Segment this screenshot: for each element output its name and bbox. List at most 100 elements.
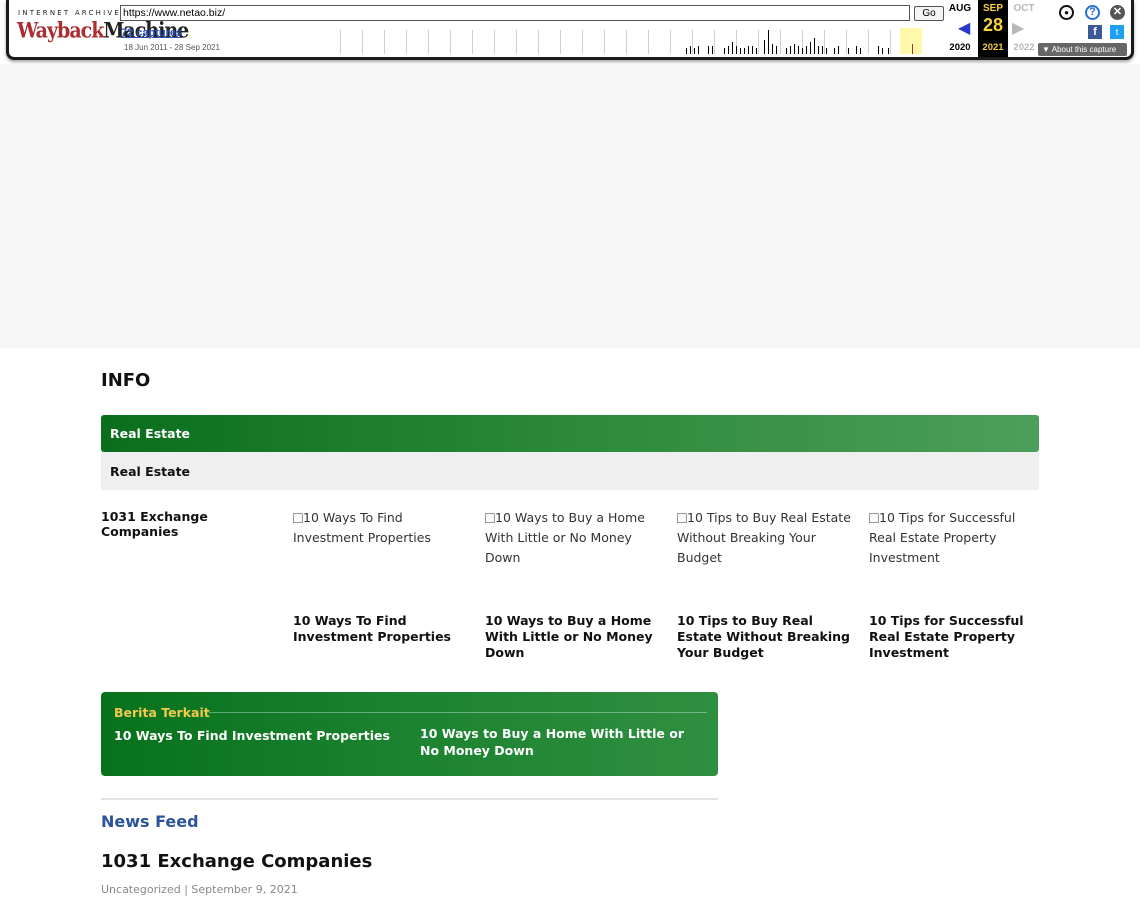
sparkline-capture-bar bbox=[740, 48, 741, 54]
post-card: 10 Tips for Successful Real Estate Prope… bbox=[869, 508, 1039, 660]
broken-image-icon bbox=[485, 513, 495, 523]
post-title-link[interactable]: 10 Tips to Buy Real Estate Without Break… bbox=[677, 613, 852, 661]
sparkline-capture-bar bbox=[744, 48, 745, 54]
sparkline-capture-bar bbox=[798, 46, 799, 54]
help-icon[interactable]: ? bbox=[1085, 5, 1100, 20]
sparkline-year-separator bbox=[648, 30, 649, 54]
captures-link[interactable]: 72 captures bbox=[121, 27, 182, 39]
current-year: 2021 bbox=[982, 42, 1004, 53]
sparkline-capture-bar bbox=[768, 30, 769, 54]
sparkline-capture-bar bbox=[724, 48, 725, 54]
sparkline-capture-bar bbox=[790, 46, 791, 54]
sparkline-year-separator bbox=[428, 30, 429, 54]
sparkline-year-separator bbox=[868, 30, 869, 54]
account-icon[interactable]: ● bbox=[1059, 5, 1074, 20]
related-posts-title: Berita Terkait bbox=[114, 705, 210, 720]
sparkline-capture-bar bbox=[756, 48, 757, 54]
internet-archive-label: INTERNET ARCHIVE bbox=[18, 9, 121, 17]
prev-year-link[interactable]: 2020 bbox=[945, 42, 975, 53]
sparkline-capture-bar bbox=[686, 48, 687, 54]
sparkline-year-separator bbox=[450, 30, 451, 54]
sparkline-year-separator bbox=[846, 30, 847, 54]
sparkline-capture-bar bbox=[698, 46, 699, 54]
post-card: 10 Tips to Buy Real Estate Without Break… bbox=[677, 508, 852, 660]
facebook-icon[interactable]: f bbox=[1088, 25, 1102, 39]
sparkline-year-separator bbox=[362, 30, 363, 54]
next-capture-arrow-icon[interactable]: ▶ bbox=[1012, 18, 1024, 38]
sparkline-year-separator bbox=[340, 30, 341, 54]
sparkline-capture-bar bbox=[772, 44, 773, 54]
sparkline-capture-bar bbox=[818, 46, 819, 54]
sparkline-capture-bar bbox=[822, 46, 823, 54]
sparkline-capture-bar bbox=[810, 42, 811, 54]
sparkline-capture-bar bbox=[856, 46, 857, 54]
sparkline-year-separator bbox=[890, 30, 891, 54]
post-title-link[interactable]: 10 Tips for Successful Real Estate Prope… bbox=[869, 613, 1039, 661]
related-posts-divider bbox=[209, 712, 707, 713]
sparkline-year-separator bbox=[560, 30, 561, 54]
sparkline-capture-bar bbox=[712, 46, 713, 54]
sparkline-year-separator bbox=[626, 30, 627, 54]
sparkline-capture-bar bbox=[794, 44, 795, 54]
sparkline-capture-bar bbox=[728, 46, 729, 54]
close-icon[interactable]: ✕ bbox=[1110, 5, 1125, 20]
related-post-link[interactable]: 10 Ways To Find Investment Properties bbox=[114, 727, 404, 744]
sparkline-year-separator bbox=[604, 30, 605, 54]
post-thumbnail-broken[interactable]: 10 Ways To Find Investment Properties bbox=[293, 508, 468, 548]
sparkline-capture-bar bbox=[834, 48, 835, 54]
news-feed-title: News Feed bbox=[101, 812, 199, 831]
sparkline-capture-bar bbox=[708, 46, 709, 54]
post-thumbnail-broken[interactable]: 10 Ways to Buy a Home With Little or No … bbox=[485, 508, 660, 568]
broken-image-icon bbox=[677, 513, 687, 523]
prev-month-link[interactable]: AUG bbox=[945, 3, 975, 14]
sparkline-capture-bar bbox=[786, 48, 787, 54]
next-year-link[interactable]: 2022 bbox=[1009, 42, 1039, 53]
sparkline-capture-bar bbox=[806, 46, 807, 54]
post-card: 10 Ways to Buy a Home With Little or No … bbox=[485, 508, 660, 660]
post-title-link[interactable]: 10 Ways to Buy a Home With Little or No … bbox=[485, 613, 660, 661]
next-month-link[interactable]: OCT bbox=[1009, 3, 1039, 14]
sparkline-capture-bar bbox=[888, 48, 889, 54]
sparkline-capture-bar bbox=[802, 48, 803, 54]
go-button[interactable]: Go bbox=[914, 6, 944, 21]
post-thumbnail-alt: 10 Tips for Successful Real Estate Prope… bbox=[869, 510, 1016, 565]
news-feed-divider bbox=[101, 798, 718, 800]
post-thumbnail-broken[interactable]: 10 Tips for Successful Real Estate Prope… bbox=[869, 508, 1039, 568]
feed-post-meta: Uncategorized | September 9, 2021 bbox=[101, 883, 298, 896]
blank-banner-area bbox=[0, 64, 1140, 348]
sparkline-capture-bar bbox=[752, 46, 753, 54]
category-header[interactable]: Real Estate bbox=[101, 415, 1039, 452]
related-post-link[interactable]: 10 Ways to Buy a Home With Little or No … bbox=[420, 725, 705, 759]
prev-capture-arrow-icon[interactable]: ◀ bbox=[958, 18, 970, 38]
sparkline-year-separator bbox=[516, 30, 517, 54]
current-month: SEP bbox=[982, 3, 1003, 14]
post-card: 10 Ways To Find Investment Properties 10… bbox=[293, 508, 468, 644]
sparkline-capture-bar bbox=[694, 48, 695, 54]
sparkline-capture-bar bbox=[776, 46, 777, 54]
post-thumbnail-alt: 10 Ways to Buy a Home With Little or No … bbox=[485, 510, 645, 565]
sparkline-capture-bar bbox=[912, 44, 913, 54]
sparkline-capture-bar bbox=[826, 48, 827, 54]
about-capture-button[interactable]: ▼ About this capture bbox=[1038, 43, 1127, 56]
section-title-info: INFO bbox=[101, 370, 151, 391]
broken-image-icon bbox=[293, 513, 303, 523]
post-thumbnail-broken[interactable]: 10 Tips to Buy Real Estate Without Break… bbox=[677, 508, 852, 568]
category-tab-label: Real Estate bbox=[110, 464, 191, 479]
sparkline-year-separator bbox=[472, 30, 473, 54]
post-thumbnail-alt: 10 Ways To Find Investment Properties bbox=[293, 510, 431, 545]
post-title-link[interactable]: 1031 Exchange Companies bbox=[101, 509, 281, 539]
capture-sparkline[interactable] bbox=[340, 28, 946, 54]
sparkline-year-separator bbox=[494, 30, 495, 54]
sparkline-capture-bar bbox=[732, 42, 733, 54]
about-capture-label: About this capture bbox=[1051, 45, 1117, 54]
sparkline-capture-bar bbox=[736, 46, 737, 54]
sparkline-capture-bar bbox=[848, 48, 849, 54]
capture-date-range: 18 Jun 2011 - 28 Sep 2021 bbox=[124, 43, 220, 52]
twitter-icon[interactable]: t bbox=[1110, 25, 1124, 39]
sparkline-capture-bar bbox=[860, 48, 861, 54]
category-tab[interactable]: Real Estate bbox=[101, 452, 1039, 490]
feed-post-title-link[interactable]: 1031 Exchange Companies bbox=[101, 851, 372, 872]
post-title-link[interactable]: 10 Ways To Find Investment Properties bbox=[293, 613, 468, 645]
logo-wayback-text: Wayback bbox=[17, 18, 104, 44]
wayback-url-input[interactable]: https://www.netao.biz/ bbox=[120, 5, 910, 21]
